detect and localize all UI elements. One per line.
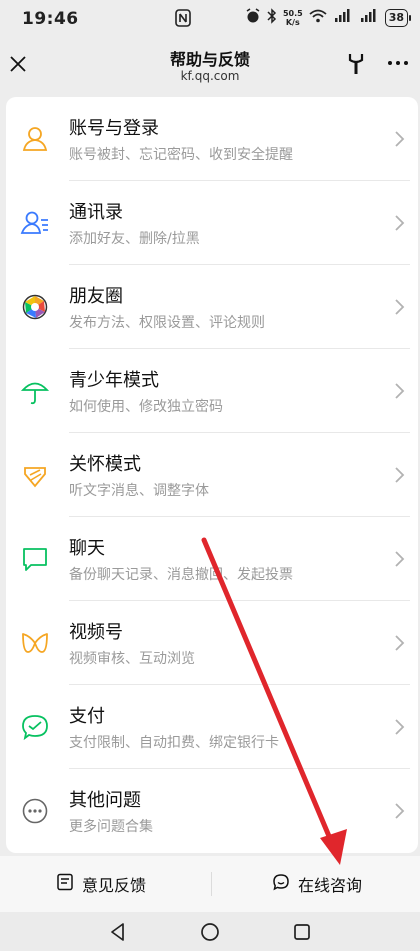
menu-item-title: 青少年模式 (69, 370, 159, 391)
menu-item-desc: 发布方法、权限设置、评论规则 (69, 315, 265, 331)
chevron-right-icon (394, 802, 406, 820)
battery-indicator: 38 (384, 9, 412, 27)
menu-item-desc: 听文字消息、调整字体 (69, 483, 209, 499)
menu-item-desc: 如何使用、修改独立密码 (69, 399, 223, 415)
menu-item-title: 通讯录 (69, 202, 123, 223)
home-icon[interactable] (200, 922, 220, 946)
menu-item-title: 其他问题 (69, 790, 141, 811)
status-bar: 19:46 50.5 K/s 38 (0, 0, 420, 38)
moments-icon (20, 292, 50, 322)
menu-item-care-mode[interactable]: 关怀模式 听文字消息、调整字体 (6, 433, 418, 517)
menu-item-teen-mode[interactable]: 青少年模式 如何使用、修改独立密码 (6, 349, 418, 433)
bluetooth-icon (267, 8, 277, 28)
nav-bar: 帮助与反馈 kf.qq.com (0, 38, 420, 94)
menu-item-title: 聊天 (69, 538, 105, 559)
pay-icon (20, 712, 50, 742)
menu-item-title: 朋友圈 (69, 286, 123, 307)
back-icon[interactable] (108, 922, 128, 946)
menu-item-title: 关怀模式 (69, 454, 141, 475)
nfc-icon (175, 9, 191, 31)
menu-item-contacts[interactable]: 通讯录 添加好友、删除/拉黑 (6, 181, 418, 265)
menu-item-desc: 账号被封、忘记密码、收到安全提醒 (69, 147, 293, 163)
chevron-right-icon (394, 718, 406, 736)
chevron-right-icon (394, 130, 406, 148)
system-nav-bar (0, 912, 420, 951)
divider (211, 872, 212, 896)
help-menu-card: 账号与登录 账号被封、忘记密码、收到安全提醒 通讯录 添加好友、删除/拉黑 朋友… (6, 97, 418, 853)
chevron-right-icon (394, 298, 406, 316)
menu-item-other[interactable]: 其他问题 更多问题合集 (6, 769, 418, 853)
net-speed-unit: K/s (285, 18, 300, 27)
chat-icon (20, 544, 50, 574)
alarm-icon (245, 8, 261, 28)
menu-item-desc: 备份聊天记录、消息撤回、发起投票 (69, 567, 293, 583)
menu-item-title: 支付 (69, 706, 105, 727)
chevron-right-icon (394, 466, 406, 484)
bottom-action-bar: 意见反馈 在线咨询 (0, 856, 420, 912)
online-consult-label: 在线咨询 (298, 876, 363, 895)
recents-icon[interactable] (292, 922, 312, 946)
tool-icon[interactable] (345, 52, 367, 76)
more-dots-icon (20, 796, 50, 826)
chevron-right-icon (394, 214, 406, 232)
feedback-icon (56, 873, 74, 895)
channels-icon (20, 628, 50, 658)
contacts-icon (20, 208, 50, 238)
online-consult-button[interactable]: 在线咨询 (272, 856, 362, 912)
account-icon (20, 124, 50, 154)
umbrella-icon (20, 376, 50, 406)
menu-item-desc: 添加好友、删除/拉黑 (69, 231, 200, 247)
care-icon (20, 460, 50, 490)
chevron-right-icon (394, 634, 406, 652)
wifi-icon (309, 9, 327, 27)
menu-item-chat[interactable]: 聊天 备份聊天记录、消息撤回、发起投票 (6, 517, 418, 601)
menu-item-desc: 支付限制、自动扣费、绑定银行卡 (69, 735, 279, 751)
signal-icon-2 (359, 9, 379, 27)
menu-item-title: 账号与登录 (69, 118, 159, 139)
chat-bubble-icon (272, 873, 290, 895)
status-time: 19:46 (22, 9, 79, 29)
menu-item-desc: 视频审核、互动浏览 (69, 651, 195, 667)
menu-item-title: 视频号 (69, 622, 123, 643)
chevron-right-icon (394, 382, 406, 400)
menu-item-pay[interactable]: 支付 支付限制、自动扣费、绑定银行卡 (6, 685, 418, 769)
net-speed: 50.5 K/s (283, 9, 303, 27)
menu-item-moments[interactable]: 朋友圈 发布方法、权限设置、评论规则 (6, 265, 418, 349)
feedback-label: 意见反馈 (82, 876, 147, 895)
menu-item-account[interactable]: 账号与登录 账号被封、忘记密码、收到安全提醒 (6, 97, 418, 181)
chevron-right-icon (394, 550, 406, 568)
more-icon[interactable] (386, 53, 410, 73)
signal-icon-1 (333, 9, 353, 27)
feedback-button[interactable]: 意见反馈 (56, 856, 146, 912)
menu-item-desc: 更多问题合集 (69, 819, 153, 835)
status-indicators: 50.5 K/s 38 (245, 8, 412, 28)
menu-item-channels[interactable]: 视频号 视频审核、互动浏览 (6, 601, 418, 685)
net-speed-value: 50.5 (282, 9, 303, 18)
